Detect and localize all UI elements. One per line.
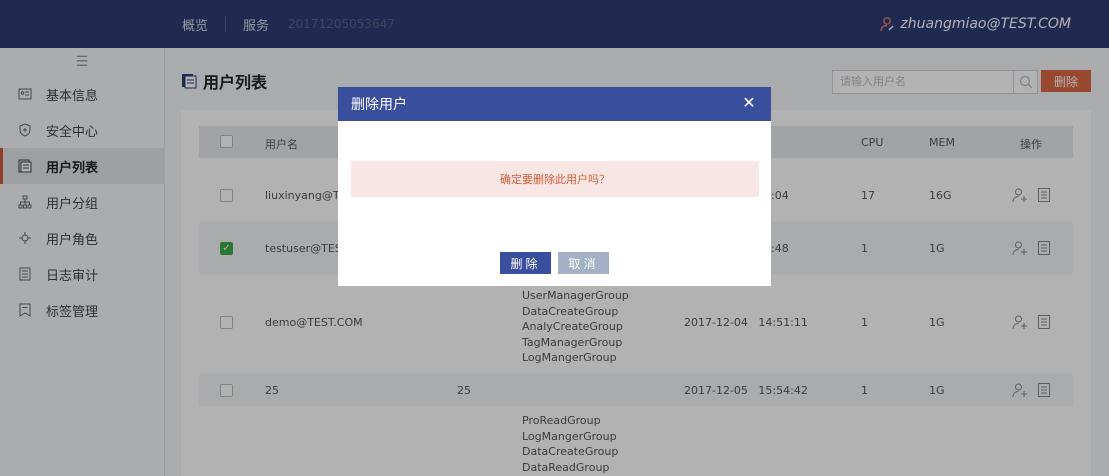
cancel-button[interactable]: 取消 — [558, 252, 609, 274]
dialog-header: 删除用户 ✕ — [338, 87, 771, 121]
confirm-delete-button[interactable]: 删除 — [500, 252, 551, 274]
delete-user-dialog: 删除用户 ✕ 确定要删除此用户吗？ 删除 取消 — [338, 87, 771, 286]
close-icon[interactable]: ✕ — [741, 95, 757, 111]
dialog-title: 删除用户 — [351, 97, 407, 113]
confirm-message: 确定要删除此用户吗？ — [351, 161, 759, 197]
